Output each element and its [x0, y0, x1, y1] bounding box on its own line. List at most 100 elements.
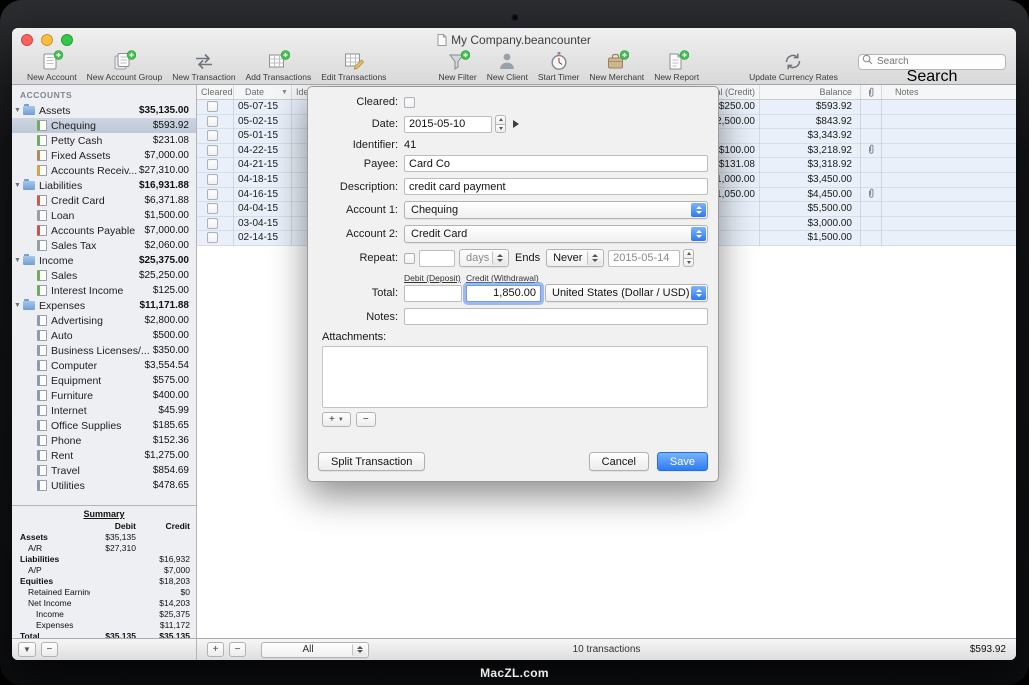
total-debit-input[interactable] — [404, 285, 462, 302]
sidebar-item-rent[interactable]: Rent$1,275.00 — [12, 448, 196, 463]
save-button[interactable]: Save — [657, 452, 708, 471]
sidebar-item-petty-cash[interactable]: Petty Cash$231.08 — [12, 133, 196, 148]
sidebar-item-credit-card[interactable]: Credit Card$6,371.88 — [12, 193, 196, 208]
repeat-checkbox[interactable] — [404, 253, 415, 264]
disclosure-triangle-icon[interactable]: ▼ — [12, 182, 23, 189]
account-label: Equipment — [51, 375, 101, 387]
sidebar-item-auto[interactable]: Auto$500.00 — [12, 328, 196, 343]
column-header-notes[interactable]: Notes — [895, 85, 919, 100]
cleared-checkbox[interactable] — [207, 218, 218, 229]
stepper-down-icon[interactable] — [495, 124, 506, 134]
total-credit-input[interactable] — [466, 285, 541, 302]
sidebar-action-menu-button[interactable]: ▼ — [18, 642, 36, 657]
new-merchant-button[interactable]: New Merchant — [584, 49, 649, 82]
add-attachment-button[interactable]: +▼ — [322, 412, 351, 427]
cleared-checkbox[interactable] — [207, 145, 218, 156]
new-filter-button[interactable]: New Filter — [433, 49, 481, 82]
disclosure-triangle-icon[interactable]: ▼ — [12, 257, 23, 264]
repeat-unit-popup[interactable]: days — [459, 249, 509, 267]
repeat-count-input[interactable] — [419, 250, 455, 267]
attachments-dropzone[interactable] — [322, 346, 708, 408]
search-field[interactable] — [858, 51, 1006, 67]
cleared-checkbox[interactable] — [207, 101, 218, 112]
cleared-checkbox[interactable] — [207, 116, 218, 127]
new-report-button[interactable]: New Report — [649, 49, 704, 82]
sidebar-item-sales-tax[interactable]: Sales Tax$2,060.00 — [12, 238, 196, 253]
account-label: Office Supplies — [51, 420, 121, 432]
column-header-balance[interactable]: Balance — [763, 85, 852, 100]
sidebar-item-assets[interactable]: ▼Assets$35,135.00 — [12, 103, 196, 118]
sidebar-item-office-supplies[interactable]: Office Supplies$185.65 — [12, 418, 196, 433]
sidebar-item-chequing[interactable]: Chequing$593.92 — [12, 118, 196, 133]
filter-popup[interactable]: All — [261, 642, 369, 658]
currency-popup[interactable]: United States (Dollar / USD) — [545, 284, 708, 302]
cancel-button[interactable]: Cancel — [589, 452, 649, 471]
split-transaction-button[interactable]: Split Transaction — [318, 452, 425, 471]
cleared-checkbox[interactable] — [207, 159, 218, 170]
account-label: Sales Tax — [51, 240, 96, 252]
sidebar-item-loan[interactable]: Loan$1,500.00 — [12, 208, 196, 223]
sidebar-item-phone[interactable]: Phone$152.36 — [12, 433, 196, 448]
account-amount: $350.00 — [153, 345, 189, 356]
attachment-indicator — [860, 144, 881, 159]
date-disclosure-icon[interactable] — [513, 120, 519, 128]
main-status-controls: + − All 10 transactions $593.92 — [197, 639, 1016, 660]
new-account-button[interactable]: New Account — [22, 49, 82, 82]
date-input[interactable] — [404, 116, 492, 133]
search-input[interactable] — [858, 54, 1006, 70]
cleared-checkbox[interactable] — [207, 203, 218, 214]
remove-account-button[interactable]: − — [41, 642, 58, 657]
sidebar-item-income[interactable]: ▼Income$25,375.00 — [12, 253, 196, 268]
notes-input[interactable] — [404, 308, 708, 325]
sidebar-item-utilities[interactable]: Utilities$478.65 — [12, 478, 196, 493]
disclosure-triangle-icon[interactable]: ▼ — [12, 107, 23, 114]
cleared-checkbox[interactable] — [207, 232, 218, 243]
sidebar-item-accounts-receiv-[interactable]: Accounts Receiv...$27,310.00 — [12, 163, 196, 178]
column-header-attachment[interactable] — [860, 85, 881, 100]
sidebar-item-liabilities[interactable]: ▼Liabilities$16,931.88 — [12, 178, 196, 193]
sidebar-item-equipment[interactable]: Equipment$575.00 — [12, 373, 196, 388]
remove-transaction-button[interactable]: − — [229, 642, 246, 657]
column-header-date[interactable]: Date — [245, 85, 264, 100]
sidebar-item-furniture[interactable]: Furniture$400.00 — [12, 388, 196, 403]
remove-attachment-button[interactable]: − — [356, 412, 376, 427]
sidebar-item-business-licenses-[interactable]: Business Licenses/...$350.00 — [12, 343, 196, 358]
edit-transactions-button[interactable]: Edit Transactions — [316, 49, 391, 82]
stepper-down-icon[interactable] — [683, 258, 694, 268]
account1-popup[interactable]: Chequing — [404, 201, 708, 219]
update-currency-rates-button[interactable]: Update Currency Rates — [744, 49, 843, 82]
start-timer-button[interactable]: Start Timer — [533, 49, 585, 82]
sidebar-item-advertising[interactable]: Advertising$2,800.00 — [12, 313, 196, 328]
sidebar-item-internet[interactable]: Internet$45.99 — [12, 403, 196, 418]
sidebar-item-accounts-payable[interactable]: Accounts Payable$7,000.00 — [12, 223, 196, 238]
ends-popup[interactable]: Never — [546, 249, 604, 267]
payee-input[interactable] — [404, 155, 708, 172]
sidebar-item-sales[interactable]: Sales$25,250.00 — [12, 268, 196, 283]
sidebar-item-fixed-assets[interactable]: Fixed Assets$7,000.00 — [12, 148, 196, 163]
add-transaction-button[interactable]: + — [207, 642, 224, 657]
cleared-checkbox[interactable] — [207, 189, 218, 200]
date-stepper[interactable] — [495, 115, 506, 133]
sidebar-item-computer[interactable]: Computer$3,554.54 — [12, 358, 196, 373]
sidebar-item-interest-income[interactable]: Interest Income$125.00 — [12, 283, 196, 298]
new-client-button[interactable]: New Client — [482, 49, 533, 82]
cleared-checkbox[interactable] — [207, 130, 218, 141]
column-header-cleared[interactable]: Cleared — [201, 85, 233, 100]
account2-popup[interactable]: Credit Card — [404, 225, 708, 243]
new-account-group-button[interactable]: New Account Group — [82, 49, 168, 82]
account-ledger-icon — [37, 360, 47, 371]
add-transactions-button[interactable]: Add Transactions — [241, 49, 317, 82]
cleared-checkbox[interactable] — [404, 97, 415, 108]
sidebar-item-travel[interactable]: Travel$854.69 — [12, 463, 196, 478]
repeat-end-date-stepper[interactable] — [683, 249, 694, 267]
stepper-up-icon[interactable] — [495, 115, 506, 124]
disclosure-triangle-icon[interactable]: ▼ — [12, 302, 23, 309]
sidebar-item-expenses[interactable]: ▼Expenses$11,171.88 — [12, 298, 196, 313]
account-ledger-icon — [37, 450, 47, 461]
description-input[interactable] — [404, 178, 708, 195]
cleared-checkbox[interactable] — [207, 174, 218, 185]
stepper-up-icon[interactable] — [683, 249, 694, 258]
new-transaction-button[interactable]: New Transaction — [167, 49, 240, 82]
repeat-end-date-input[interactable] — [608, 250, 680, 267]
summary-credit: $25,375 — [136, 609, 190, 619]
